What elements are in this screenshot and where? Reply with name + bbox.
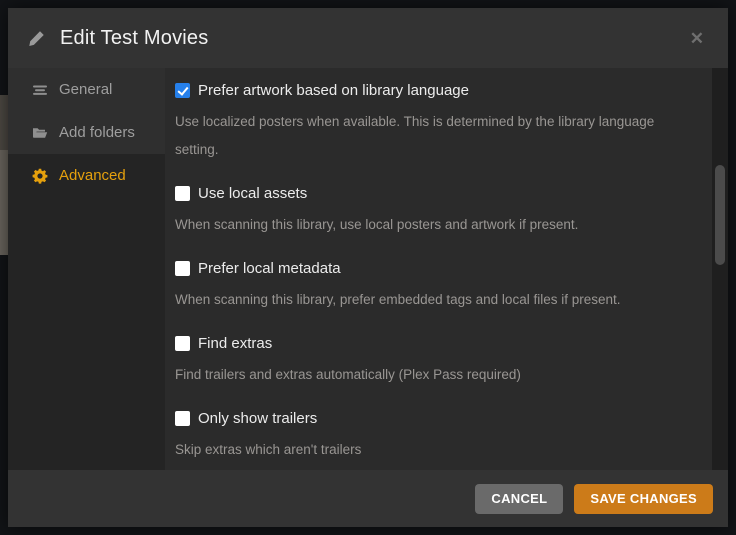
setting-label[interactable]: Find extras <box>198 335 272 352</box>
setting-description: Use localized posters when available. Th… <box>175 114 655 157</box>
setting-description: Find trailers and extras automatically (… <box>175 367 521 382</box>
tab-label: General <box>59 81 113 98</box>
checkbox-prefer-artwork-language[interactable]: Prefer artwork based on library language <box>175 82 692 99</box>
cancel-button[interactable]: CANCEL <box>475 483 564 514</box>
setting-label[interactable]: Only show trailers <box>198 410 317 427</box>
tab-advanced[interactable]: Advanced <box>8 154 165 197</box>
checkbox-find-extras[interactable]: Find extras <box>175 335 692 352</box>
list-lines-icon <box>32 82 48 98</box>
checkbox-icon[interactable] <box>175 83 190 98</box>
checkbox-icon[interactable] <box>175 336 190 351</box>
setting-label[interactable]: Prefer artwork based on library language <box>198 82 469 99</box>
save-changes-button[interactable]: SAVE CHANGES <box>574 483 713 514</box>
setting-description: When scanning this library, prefer embed… <box>175 292 621 307</box>
checkbox-only-show-trailers[interactable]: Only show trailers <box>175 410 692 427</box>
setting-use-local-assets: Use local assets When scanning this libr… <box>175 185 692 239</box>
dialog-header: Edit Test Movies ✕ <box>8 8 728 68</box>
scrollbar-thumb[interactable] <box>715 165 725 265</box>
tab-add-folders[interactable]: Add folders <box>8 111 165 154</box>
close-icon[interactable]: ✕ <box>686 28 708 49</box>
setting-label[interactable]: Use local assets <box>198 185 307 202</box>
dialog-body: General Add folders Advanced Prefer artw… <box>8 68 728 470</box>
gear-icon <box>32 168 48 184</box>
pencil-icon <box>28 30 45 47</box>
tab-label: Add folders <box>59 124 135 141</box>
tab-general[interactable]: General <box>8 68 165 111</box>
setting-prefer-local-metadata: Prefer local metadata When scanning this… <box>175 260 692 314</box>
checkbox-icon[interactable] <box>175 261 190 276</box>
setting-description: Skip extras which aren't trailers <box>175 442 362 457</box>
folder-open-icon <box>32 125 48 141</box>
scrollbar-track[interactable] <box>712 68 728 470</box>
setting-description: When scanning this library, use local po… <box>175 217 579 232</box>
edit-library-dialog: Edit Test Movies ✕ General Add folders A… <box>8 8 728 527</box>
checkbox-prefer-local-metadata[interactable]: Prefer local metadata <box>175 260 692 277</box>
setting-only-show-trailers: Only show trailers Skip extras which are… <box>175 410 692 464</box>
dialog-title: Edit Test Movies <box>60 26 209 49</box>
dialog-footer: CANCEL SAVE CHANGES <box>8 470 728 527</box>
checkbox-use-local-assets[interactable]: Use local assets <box>175 185 692 202</box>
page-background: { "colors": { "accent_gold": "#e5a00d", … <box>0 0 736 535</box>
checkbox-icon[interactable] <box>175 411 190 426</box>
background-page-sliver <box>0 150 8 255</box>
background-page-sliver <box>0 95 8 150</box>
checkbox-icon[interactable] <box>175 186 190 201</box>
setting-prefer-artwork-language: Prefer artwork based on library language… <box>175 82 692 164</box>
setting-find-extras: Find extras Find trailers and extras aut… <box>175 335 692 389</box>
advanced-settings-panel: Prefer artwork based on library language… <box>165 68 712 470</box>
dialog-sidebar: General Add folders Advanced <box>8 68 165 470</box>
tab-label: Advanced <box>59 167 126 184</box>
setting-label[interactable]: Prefer local metadata <box>198 260 341 277</box>
